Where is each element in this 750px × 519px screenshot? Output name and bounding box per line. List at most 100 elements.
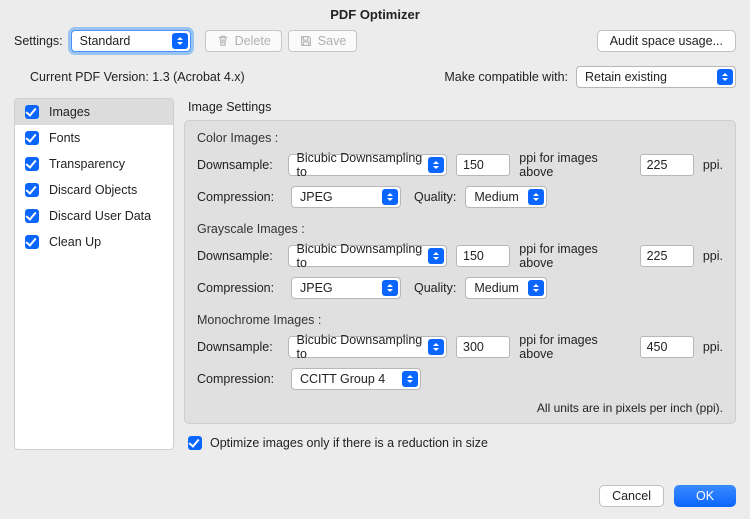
select-arrows-icon [382,280,398,296]
top-controls-row: Settings: Standard Delete Save Audit spa… [0,28,750,52]
delete-button[interactable]: Delete [205,30,282,52]
sidebar-item-transparency[interactable]: Transparency [15,151,173,177]
select-arrows-icon [382,189,398,205]
current-pdf-version-text: Current PDF Version: 1.3 (Acrobat 4.x) [30,70,245,84]
color-above-ppi-input[interactable]: 225 [640,154,694,176]
settings-select[interactable]: Standard [71,30,191,52]
color-section-title: Color Images : [197,131,723,145]
gray-quality-value: Medium [474,281,518,295]
panel-box: Color Images : Downsample: Bicubic Downs… [184,120,736,424]
checkbox-icon[interactable] [25,157,39,171]
gray-compression-label: Compression: [197,281,282,295]
sidebar-item-images[interactable]: Images [15,99,173,125]
sidebar-item-fonts[interactable]: Fonts [15,125,173,151]
mono-ppi-above-label: ppi for images above [519,333,630,361]
gray-above-ppi-value: 225 [647,249,668,263]
color-downsample-value: Bicubic Downsampling to [297,151,425,179]
gray-downsample-select[interactable]: Bicubic Downsampling to [288,245,448,267]
save-button[interactable]: Save [288,30,358,52]
color-ppi-suffix: ppi. [703,158,723,172]
select-arrows-icon [428,157,444,173]
mono-above-ppi-value: 450 [647,340,668,354]
checkbox-icon[interactable] [25,209,39,223]
color-target-ppi-value: 150 [463,158,484,172]
gray-compression-select[interactable]: JPEG [291,277,401,299]
mono-compression-select[interactable]: CCITT Group 4 [291,368,421,390]
units-note: All units are in pixels per inch (ppi). [197,397,723,415]
gray-target-ppi-input[interactable]: 150 [456,245,510,267]
optimize-only-reduction-row[interactable]: Optimize images only if there is a reduc… [184,424,736,450]
color-downsample-select[interactable]: Bicubic Downsampling to [288,154,448,176]
sidebar-item-label: Discard Objects [49,183,137,197]
sidebar-item-discard-user-data[interactable]: Discard User Data [15,203,173,229]
select-arrows-icon [172,33,188,49]
color-compression-select[interactable]: JPEG [291,186,401,208]
color-quality-value: Medium [474,190,518,204]
gray-downsample-value: Bicubic Downsampling to [297,242,425,270]
select-arrows-icon [528,189,544,205]
select-arrows-icon [428,248,444,264]
select-arrows-icon [717,69,733,85]
mono-target-ppi-input[interactable]: 300 [456,336,510,358]
ok-button[interactable]: OK [674,485,736,507]
settings-select-value: Standard [80,34,131,48]
color-quality-select[interactable]: Medium [465,186,547,208]
pdf-optimizer-window: PDF Optimizer Settings: Standard Delete … [0,0,750,519]
body-layout: Images Fonts Transparency Discard Object… [0,92,750,450]
select-arrows-icon [402,371,418,387]
gray-above-ppi-input[interactable]: 225 [640,245,694,267]
color-compression-value: JPEG [300,190,333,204]
save-icon [299,34,313,48]
mono-compression-label: Compression: [197,372,282,386]
checkbox-icon[interactable] [25,105,39,119]
color-target-ppi-input[interactable]: 150 [456,154,510,176]
color-compression-label: Compression: [197,190,282,204]
sidebar-item-label: Clean Up [49,235,101,249]
audit-button-label: Audit space usage... [610,34,723,48]
sidebar-item-label: Transparency [49,157,125,171]
gray-compression-value: JPEG [300,281,333,295]
checkbox-icon[interactable] [25,131,39,145]
delete-button-label: Delete [235,34,271,48]
audit-space-usage-button[interactable]: Audit space usage... [597,30,736,52]
gray-quality-label: Quality: [414,281,456,295]
mono-target-ppi-value: 300 [463,340,484,354]
image-settings-panel: Image Settings Color Images : Downsample… [184,98,736,450]
sidebar-item-label: Fonts [49,131,80,145]
panel-title: Image Settings [184,98,736,120]
select-arrows-icon [528,280,544,296]
sidebar-item-label: Images [49,105,90,119]
make-compatible-value: Retain existing [585,70,667,84]
mono-downsample-select[interactable]: Bicubic Downsampling to [288,336,448,358]
color-ppi-above-label: ppi for images above [519,151,630,179]
sidebar-item-discard-objects[interactable]: Discard Objects [15,177,173,203]
window-title: PDF Optimizer [0,0,750,28]
monochrome-images-section: Monochrome Images : Downsample: Bicubic … [197,313,723,390]
sidebar-item-clean-up[interactable]: Clean Up [15,229,173,255]
make-compatible-label: Make compatible with: [444,70,568,84]
mono-downsample-value: Bicubic Downsampling to [297,333,425,361]
color-images-section: Color Images : Downsample: Bicubic Downs… [197,131,723,208]
settings-label: Settings: [14,34,63,48]
mono-above-ppi-input[interactable]: 450 [640,336,694,358]
gray-quality-select[interactable]: Medium [465,277,547,299]
meta-row: Current PDF Version: 1.3 (Acrobat 4.x) M… [0,52,750,92]
optimize-only-reduction-label: Optimize images only if there is a reduc… [210,436,488,450]
mono-compression-value: CCITT Group 4 [300,372,385,386]
checkbox-icon[interactable] [25,183,39,197]
grayscale-images-section: Grayscale Images : Downsample: Bicubic D… [197,222,723,299]
gray-section-title: Grayscale Images : [197,222,723,236]
color-quality-label: Quality: [414,190,456,204]
ok-button-label: OK [696,489,714,503]
mono-ppi-suffix: ppi. [703,340,723,354]
gray-downsample-label: Downsample: [197,249,279,263]
checkbox-icon[interactable] [188,436,202,450]
make-compatible-select[interactable]: Retain existing [576,66,736,88]
gray-target-ppi-value: 150 [463,249,484,263]
mono-downsample-label: Downsample: [197,340,279,354]
color-above-ppi-value: 225 [647,158,668,172]
color-downsample-label: Downsample: [197,158,279,172]
checkbox-icon[interactable] [25,235,39,249]
cancel-button[interactable]: Cancel [599,485,664,507]
sidebar-item-label: Discard User Data [49,209,151,223]
